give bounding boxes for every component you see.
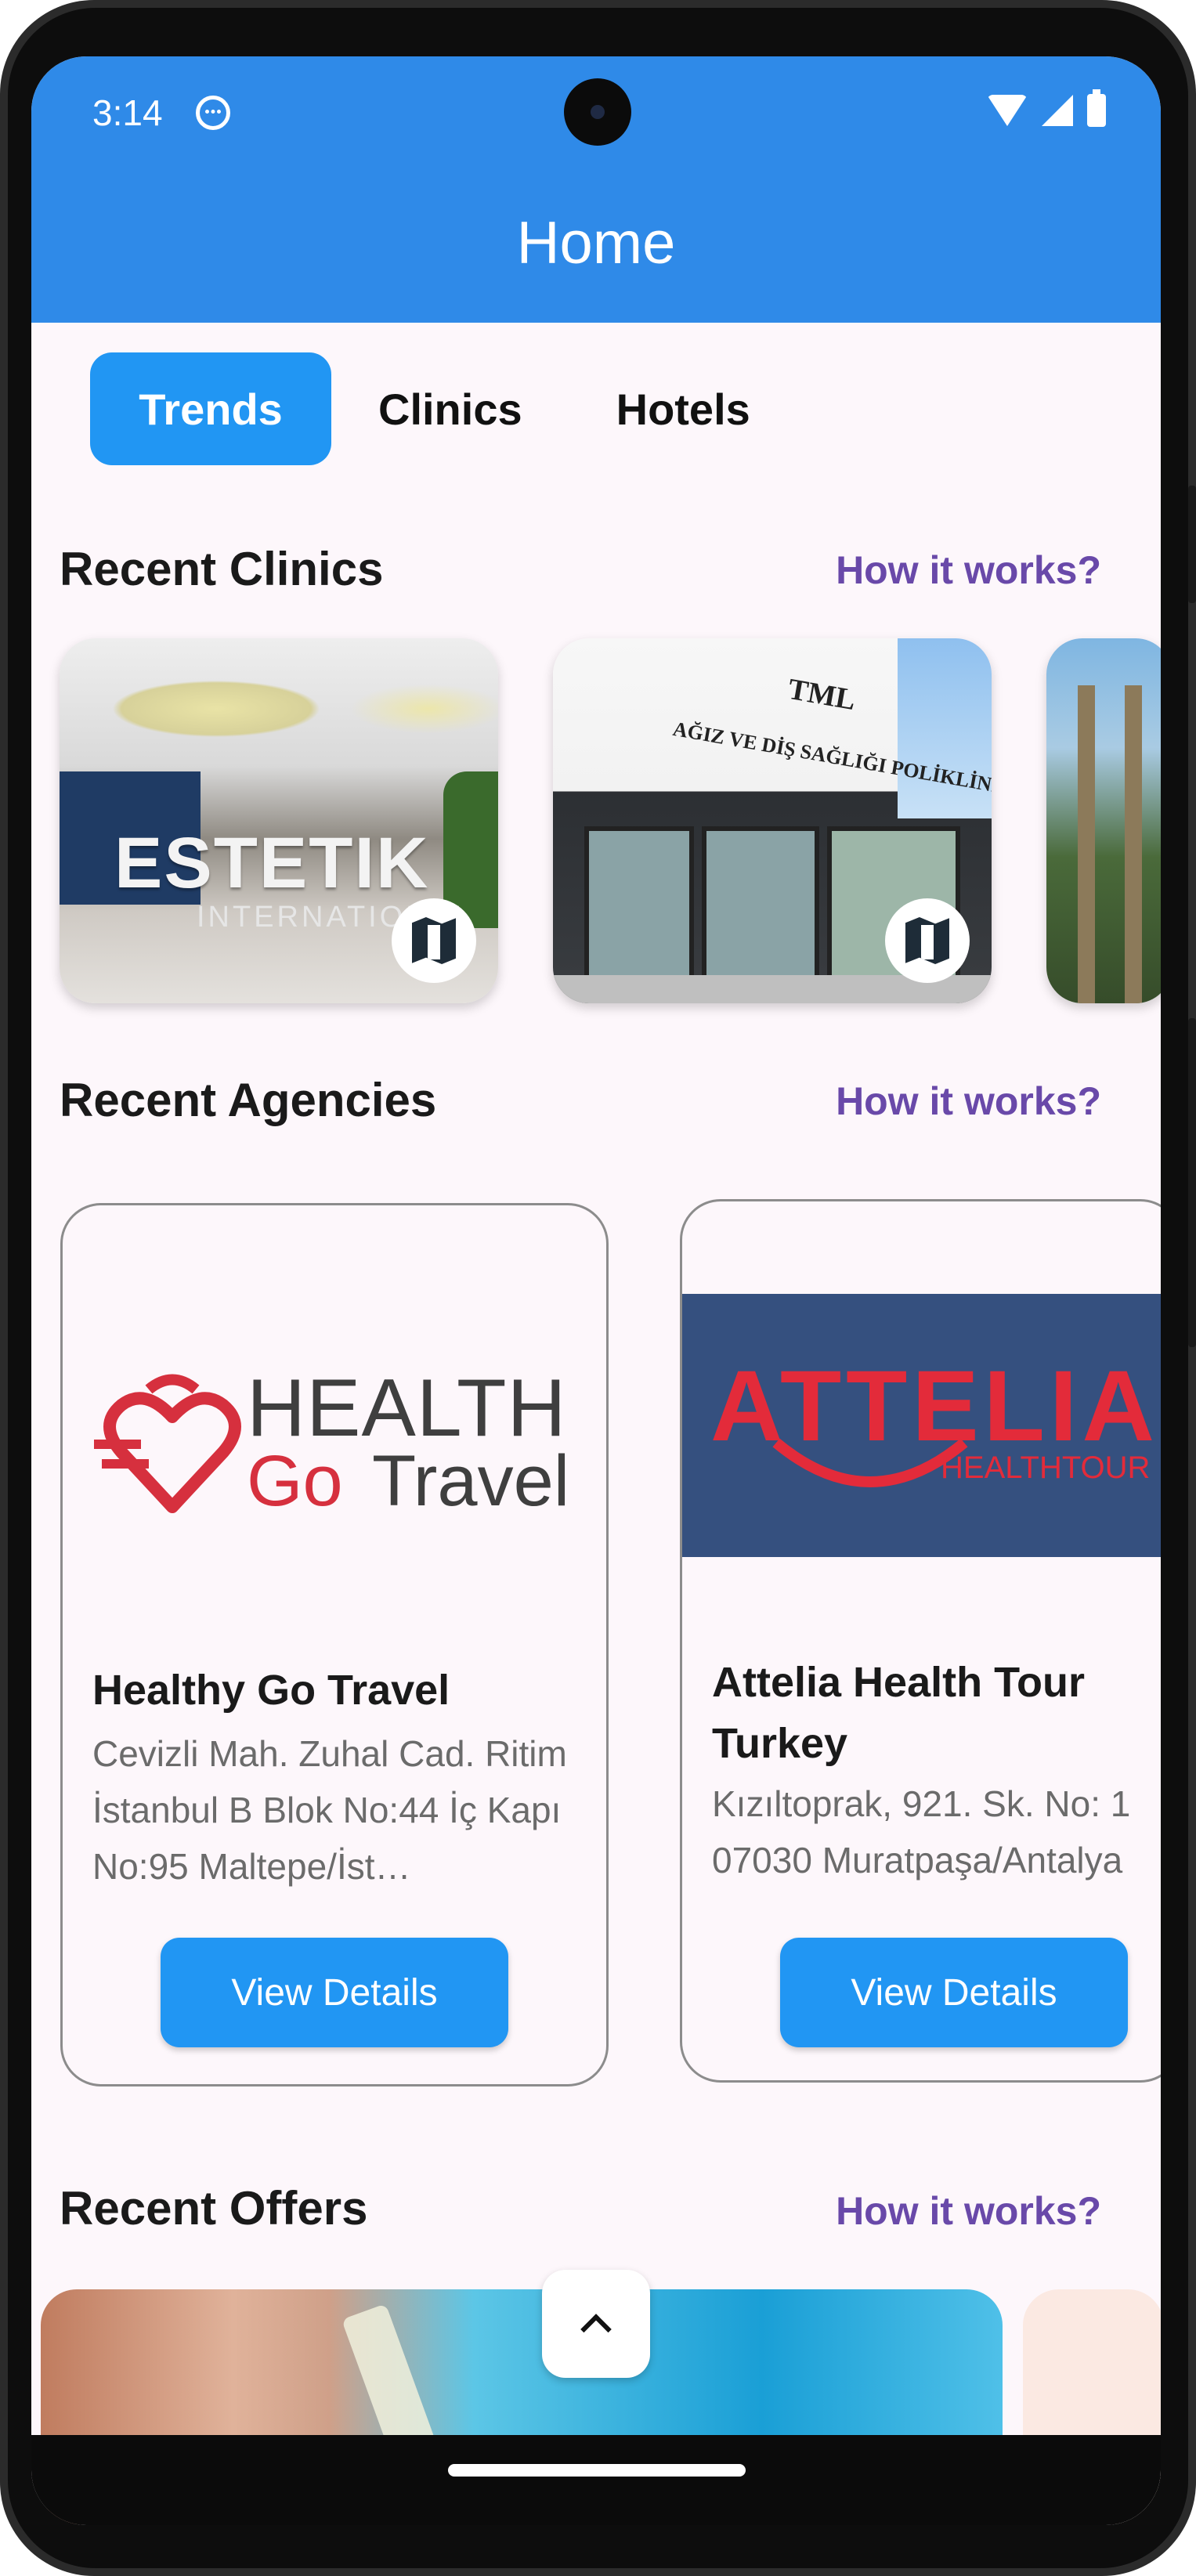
clinic-image <box>1046 638 1161 1003</box>
page-title: Home <box>516 210 676 276</box>
agency-address-line: Kızıltoprak, 921. Sk. No: 1 <box>712 1783 1131 1824</box>
battery-icon <box>1087 89 1106 127</box>
view-details-button[interactable]: View Details <box>161 1938 508 2047</box>
map-button[interactable] <box>392 898 476 983</box>
volume-button <box>1188 1018 1196 1347</box>
clinic-card[interactable]: ESTETIK INTERNATIONAL <box>60 638 498 1003</box>
home-indicator[interactable] <box>448 2464 746 2477</box>
app-bar: 3:14 Home <box>31 56 1161 323</box>
status-icons <box>987 89 1106 127</box>
agency-logo-subtext: HEALTHTOUR <box>941 1451 1151 1485</box>
system-nav-bar <box>31 2435 1161 2525</box>
camera-cutout <box>564 78 631 146</box>
chevron-up-icon <box>580 2314 612 2345</box>
power-button <box>1188 486 1196 603</box>
agency-name: Healthy Go Travel <box>92 1667 450 1714</box>
clinics-how-it-works-link[interactable]: How it works? <box>836 547 1101 593</box>
agency-address-line: 07030 Muratpaşa/Antalya <box>712 1840 1123 1881</box>
recent-offers-title: Recent Offers <box>60 2182 368 2235</box>
tab-bar: Trends Clinics Hotels <box>90 352 797 465</box>
clinic-image-text: TML <box>786 672 858 717</box>
clinic-image-text: ESTETIK <box>114 823 430 903</box>
recent-agencies-title: Recent Agencies <box>60 1074 437 1126</box>
signal-icon <box>1042 95 1073 126</box>
map-icon <box>412 917 456 964</box>
agency-card[interactable]: ATTELIA HEALTHTOUR Attelia Health Tour T… <box>680 1199 1161 2083</box>
wifi-icon <box>987 95 1028 126</box>
agency-name: Attelia Health Tour Turkey <box>712 1659 1086 1767</box>
tab-hotels[interactable]: Hotels <box>569 352 797 465</box>
agency-card[interactable]: HEALTH Go Travel Healthy Go Travel Ceviz… <box>60 1203 609 2086</box>
agency-address: Cevizli Mah. Zuhal Cad. Ritim İstanbul B… <box>92 1733 567 1887</box>
offers-how-it-works-link[interactable]: How it works? <box>836 2188 1101 2234</box>
map-icon <box>905 917 949 964</box>
agency-logo: HEALTH Go Travel <box>94 1362 587 1521</box>
heart-logo-icon <box>94 1374 241 1513</box>
agency-logo-go: Go <box>247 1441 343 1521</box>
clinic-card[interactable]: TML AĞIZ VE DİŞ SAĞLIĞI POLİKLİNİĞİ <box>553 638 992 1003</box>
face-icon <box>196 96 230 130</box>
screen: 3:14 Home Trends Clinics Hotels Recent C… <box>31 56 1161 2525</box>
view-details-button[interactable]: View Details <box>780 1938 1128 2047</box>
agency-address: Kızıltoprak, 921. Sk. No: 1 07030 Muratp… <box>712 1776 1161 1888</box>
tab-clinics[interactable]: Clinics <box>331 352 569 465</box>
tab-trends[interactable]: Trends <box>90 352 331 465</box>
status-time: 3:14 <box>92 92 163 133</box>
scroll-to-top-button[interactable] <box>542 2270 650 2378</box>
agency-logo-travel: Travel <box>372 1441 570 1521</box>
recent-clinics-title: Recent Clinics <box>60 543 384 595</box>
agencies-how-it-works-link[interactable]: How it works? <box>836 1078 1101 1124</box>
map-button[interactable] <box>885 898 970 983</box>
clinic-card[interactable] <box>1046 638 1161 1003</box>
agency-logo: ATTELIA HEALTHTOUR <box>682 1294 1161 1557</box>
